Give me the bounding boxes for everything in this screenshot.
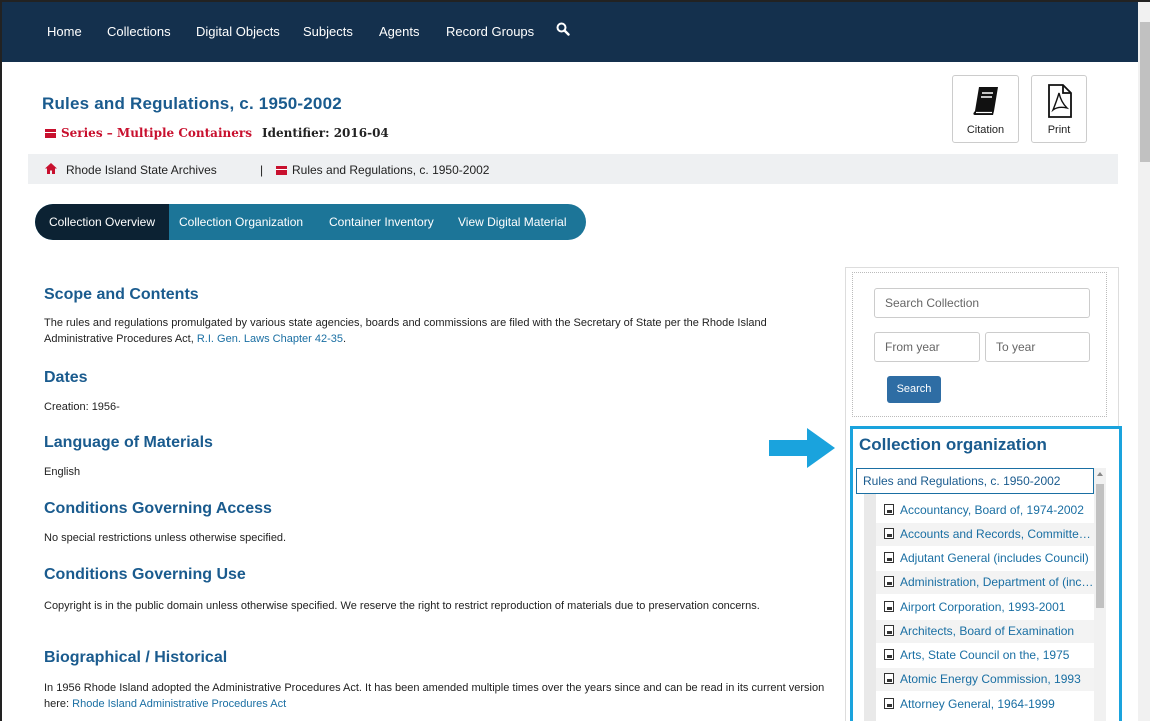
page-frame: Home Collections Digital Objects Subject… <box>0 0 1150 721</box>
tree-item-label: Architects, Board of Examination <box>900 624 1075 638</box>
tab-collection-organization[interactable]: Collection Organization <box>179 204 303 240</box>
scroll-up-icon[interactable] <box>1097 472 1103 476</box>
tree-item[interactable]: Airport Corporation, 1993-2001 <box>876 596 1094 619</box>
tree-item-label: Administration, Department of (includes) <box>900 575 1094 589</box>
print-label: Print <box>1047 124 1071 136</box>
page-scroll-thumb[interactable] <box>1140 22 1150 162</box>
use-text: Copyright is in the public domain unless… <box>44 600 760 612</box>
search-button[interactable]: Search <box>887 376 941 403</box>
record-level: Series – Multiple Containers <box>61 126 252 140</box>
tab-collection-overview[interactable]: Collection Overview <box>35 204 169 240</box>
use-heading: Conditions Governing Use <box>44 566 246 583</box>
citation-label: Citation <box>966 124 1005 136</box>
nav-subjects[interactable]: Subjects <box>303 24 353 39</box>
document-icon <box>884 601 894 612</box>
tree-item-label: Adjutant General (includes Council) <box>900 551 1089 565</box>
nav-collections[interactable]: Collections <box>107 24 171 39</box>
collection-tree: Rules and Regulations, c. 1950-2002 Acco… <box>856 468 1106 721</box>
dates-text: Creation: 1956- <box>44 401 120 413</box>
home-icon <box>45 163 57 177</box>
page-title: Rules and Regulations, c. 1950-2002 <box>42 94 342 113</box>
gen-laws-link[interactable]: R.I. Gen. Laws Chapter 42-35 <box>197 333 343 345</box>
scope-body: The rules and regulations promulgated by… <box>44 317 767 345</box>
breadcrumb-separator: | <box>260 163 264 177</box>
document-icon <box>884 698 894 709</box>
admin-procedures-link[interactable]: Rhode Island Administrative Procedures A… <box>72 698 286 710</box>
search-collection-input[interactable]: Search Collection <box>874 288 1090 318</box>
scope-heading: Scope and Contents <box>44 286 199 303</box>
page-scrollbar[interactable] <box>1138 2 1150 721</box>
tree-scrollbar[interactable] <box>1094 468 1106 721</box>
document-icon <box>884 576 894 587</box>
citation-button[interactable]: Citation <box>952 75 1019 143</box>
tree-item[interactable]: Architects, Board of Examination <box>876 620 1094 643</box>
tree-item-label: Attorney General, 1964-1999 <box>900 697 1055 711</box>
scope-end: . <box>343 333 347 345</box>
tree-item[interactable]: Accountancy, Board of, 1974-2002 <box>876 499 1094 522</box>
top-navbar: Home Collections Digital Objects Subject… <box>2 2 1138 62</box>
from-year-input[interactable]: From year <box>874 332 980 362</box>
arrow-right-icon <box>769 428 835 468</box>
archive-box-icon <box>276 166 287 175</box>
document-icon <box>884 673 894 684</box>
tree-item-label: Atomic Energy Commission, 1993 <box>900 672 1081 686</box>
tree-item-label: Airport Corporation, 1993-2001 <box>900 600 1066 614</box>
tree-item[interactable]: Administration, Department of (includes) <box>876 571 1094 594</box>
access-text: No special restrictions unless otherwise… <box>44 532 287 544</box>
tree-item-label: Accounts and Records, Committee on <box>900 527 1094 541</box>
collection-tabs: Collection Overview Collection Organizat… <box>35 204 586 240</box>
record-identifier: Identifier: 2016-04 <box>261 126 389 140</box>
access-heading: Conditions Governing Access <box>44 500 272 517</box>
nav-agents[interactable]: Agents <box>379 24 419 39</box>
nav-home[interactable]: Home <box>47 24 82 39</box>
tree-item[interactable]: Attorney General, 1964-1999 <box>876 693 1094 716</box>
print-button[interactable]: Print <box>1031 75 1087 143</box>
collection-organization-title: Collection organization <box>859 435 1047 454</box>
document-icon <box>884 649 894 660</box>
tree-item[interactable]: Arts, State Council on the, 1975 <box>876 644 1094 667</box>
tab-container-inventory[interactable]: Container Inventory <box>329 204 434 240</box>
breadcrumb: Rhode Island State Archives | Rules and … <box>28 154 1118 184</box>
breadcrumb-current: Rules and Regulations, c. 1950-2002 <box>276 163 489 177</box>
breadcrumb-current-label: Rules and Regulations, c. 1950-2002 <box>292 163 490 177</box>
tree-item-label: Accountancy, Board of, 1974-2002 <box>900 503 1084 517</box>
tree-item-label: Arts, State Council on the, 1975 <box>900 648 1070 662</box>
language-heading: Language of Materials <box>44 434 213 451</box>
bio-text: In 1956 Rhode Island adopted the Adminis… <box>44 680 834 712</box>
tree-item[interactable]: Accounts and Records, Committee on <box>876 523 1094 546</box>
scope-text: The rules and regulations promulgated by… <box>44 315 834 347</box>
record-level-line: Series – Multiple Containers Identifier: … <box>45 126 389 140</box>
archive-box-icon <box>45 129 56 138</box>
document-icon <box>884 504 894 515</box>
breadcrumb-repository[interactable]: Rhode Island State Archives <box>66 163 217 177</box>
nav-digital-objects[interactable]: Digital Objects <box>196 24 280 39</box>
tree-scroll-thumb[interactable] <box>1096 484 1104 608</box>
tree-indent-guide <box>864 494 876 721</box>
document-icon <box>884 552 894 563</box>
document-icon <box>884 528 894 539</box>
tree-root-item[interactable]: Rules and Regulations, c. 1950-2002 <box>856 468 1094 494</box>
search-icon[interactable] <box>556 22 570 41</box>
nav-record-groups[interactable]: Record Groups <box>446 24 534 39</box>
pdf-icon <box>1048 84 1072 118</box>
book-icon <box>973 87 998 115</box>
tab-view-digital-material[interactable]: View Digital Material <box>458 204 567 240</box>
document-icon <box>884 625 894 636</box>
tree-item[interactable]: Adjutant General (includes Council) <box>876 547 1094 570</box>
language-text: English <box>44 466 81 478</box>
dates-heading: Dates <box>44 369 88 386</box>
to-year-input[interactable]: To year <box>985 332 1090 362</box>
tree-item[interactable]: Atomic Energy Commission, 1993 <box>876 668 1094 691</box>
bio-heading: Biographical / Historical <box>44 649 228 666</box>
